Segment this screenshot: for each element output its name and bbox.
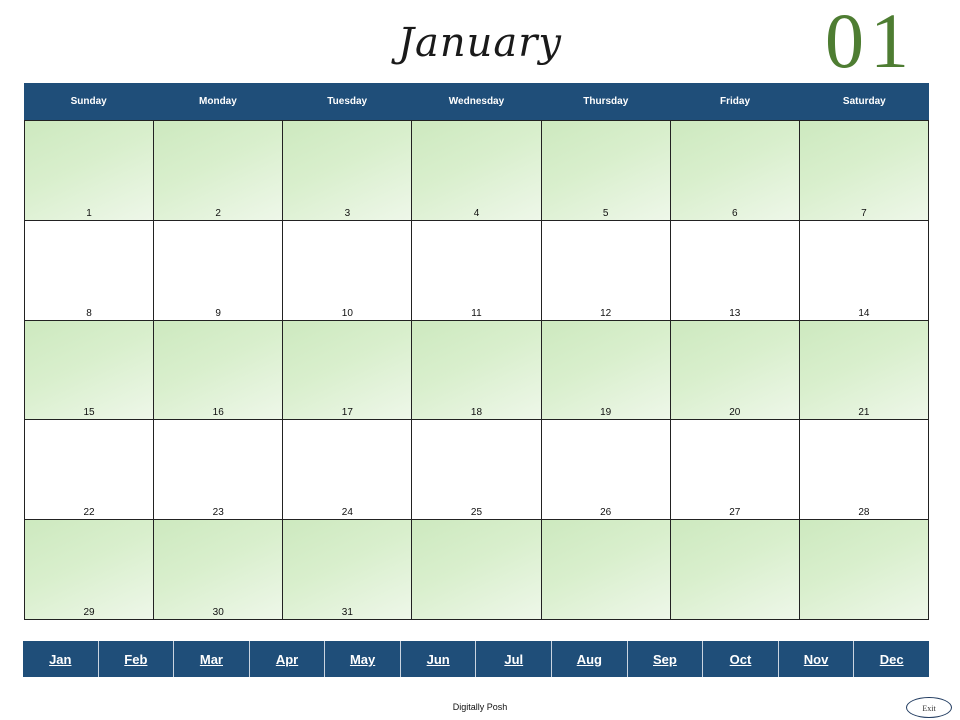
day-number: 18 [470,407,483,419]
day-cell[interactable]: 5 [541,121,671,221]
month-navigation: Jan Feb Mar Apr May Jun Jul Aug Sep Oct … [23,641,929,677]
calendar-grid: 1 2 3 4 5 6 7 8 9 10 11 12 13 14 15 16 17 18 19 20 21 22 23 24 2… [24,120,929,620]
day-number: 30 [212,607,224,618]
day-cell[interactable]: 26 [541,420,671,521]
month-link-oct[interactable]: Oct [703,641,779,677]
day-cell[interactable]: 21 [799,320,929,421]
day-cell[interactable]: 24 [283,420,413,521]
day-cell[interactable]: 18 [412,320,542,421]
day-cell[interactable]: 19 [541,320,671,421]
day-number: 14 [858,307,870,319]
month-link-aug[interactable]: Aug [552,641,628,677]
month-link-apr[interactable]: Apr [250,641,326,677]
weekday-sunday: Sunday [70,96,107,107]
day-number: 5 [602,207,609,219]
day-cell[interactable]: 29 [25,520,155,620]
day-cell[interactable]: 17 [283,320,413,421]
day-cell[interactable] [541,520,671,620]
day-cell[interactable]: 8 [25,220,155,321]
day-number: 22 [83,507,95,519]
month-link-nov[interactable]: Nov [779,641,855,677]
day-number: 19 [600,407,612,419]
month-link-mar[interactable]: Mar [174,641,250,677]
day-cell[interactable]: 20 [670,320,800,421]
day-cell[interactable]: 27 [670,420,800,521]
day-cell[interactable]: 30 [154,520,284,620]
exit-button[interactable]: Exit [906,697,952,718]
day-cell[interactable]: 25 [412,420,542,521]
page-title: January 2023 [398,20,562,136]
day-number: 1 [86,207,92,219]
day-number: 27 [729,507,741,519]
day-number: 29 [83,607,95,618]
day-cell[interactable]: 23 [154,420,284,521]
month-link-dec[interactable]: Dec [854,641,929,677]
day-number: 15 [83,407,95,419]
day-number: 25 [470,507,483,519]
day-number: 7 [861,207,867,219]
day-number: 3 [344,207,351,219]
day-number: 10 [341,307,353,319]
weekday-wednesday: Wednesday [448,96,505,107]
month-number: 01 [825,0,915,84]
day-number: 13 [729,307,741,319]
day-number: 4 [473,207,480,219]
day-cell[interactable]: 7 [799,121,929,221]
weekday-thursday: Thursday [583,96,629,107]
day-number: 16 [212,407,224,419]
day-number: 26 [600,507,612,519]
weekday-friday: Friday [720,96,751,107]
day-cell[interactable] [799,520,929,620]
day-cell[interactable]: 31 [283,520,413,620]
day-cell[interactable]: 28 [799,420,929,521]
month-link-jan[interactable]: Jan [23,641,99,677]
day-cell[interactable] [412,520,542,620]
day-number: 20 [729,407,741,419]
day-cell[interactable]: 2 [154,121,284,221]
day-number: 12 [600,307,612,319]
weekday-header: Sunday Monday Tuesday Wednesday Thursday… [24,83,929,120]
month-link-sep[interactable]: Sep [628,641,704,677]
day-cell[interactable]: 1 [25,121,155,221]
day-cell[interactable]: 4 [412,121,542,221]
day-cell[interactable]: 6 [670,121,800,221]
day-cell[interactable]: 15 [25,320,155,421]
day-number: 24 [341,507,353,519]
day-number: 28 [858,507,870,519]
day-number: 11 [471,307,482,319]
day-number: 6 [731,207,738,219]
weekday-tuesday: Tuesday [327,96,368,107]
day-cell[interactable]: 11 [412,220,542,321]
day-number: 23 [212,507,224,519]
day-cell[interactable]: 3 [283,121,413,221]
day-number: 17 [341,407,353,419]
day-cell[interactable]: 10 [283,220,413,321]
day-cell[interactable]: 13 [670,220,800,321]
day-number: 2 [215,207,221,219]
weekday-monday: Monday [199,96,237,107]
day-cell[interactable]: 12 [541,220,671,321]
day-cell[interactable] [670,520,800,620]
day-number: 8 [86,307,92,319]
day-cell[interactable]: 9 [154,220,284,321]
day-number: 21 [858,407,870,419]
day-cell[interactable]: 16 [154,320,284,421]
month-link-jul[interactable]: Jul [476,641,553,677]
month-link-jun[interactable]: Jun [401,641,477,677]
brand-footer: Digitally Posh [452,702,508,712]
day-number: 9 [215,307,221,319]
day-number: 31 [341,607,353,618]
day-cell[interactable]: 14 [799,220,929,321]
month-link-may[interactable]: May [325,641,401,677]
day-cell[interactable]: 22 [25,420,155,521]
weekday-saturday: Saturday [842,96,886,107]
month-link-feb[interactable]: Feb [99,641,175,677]
